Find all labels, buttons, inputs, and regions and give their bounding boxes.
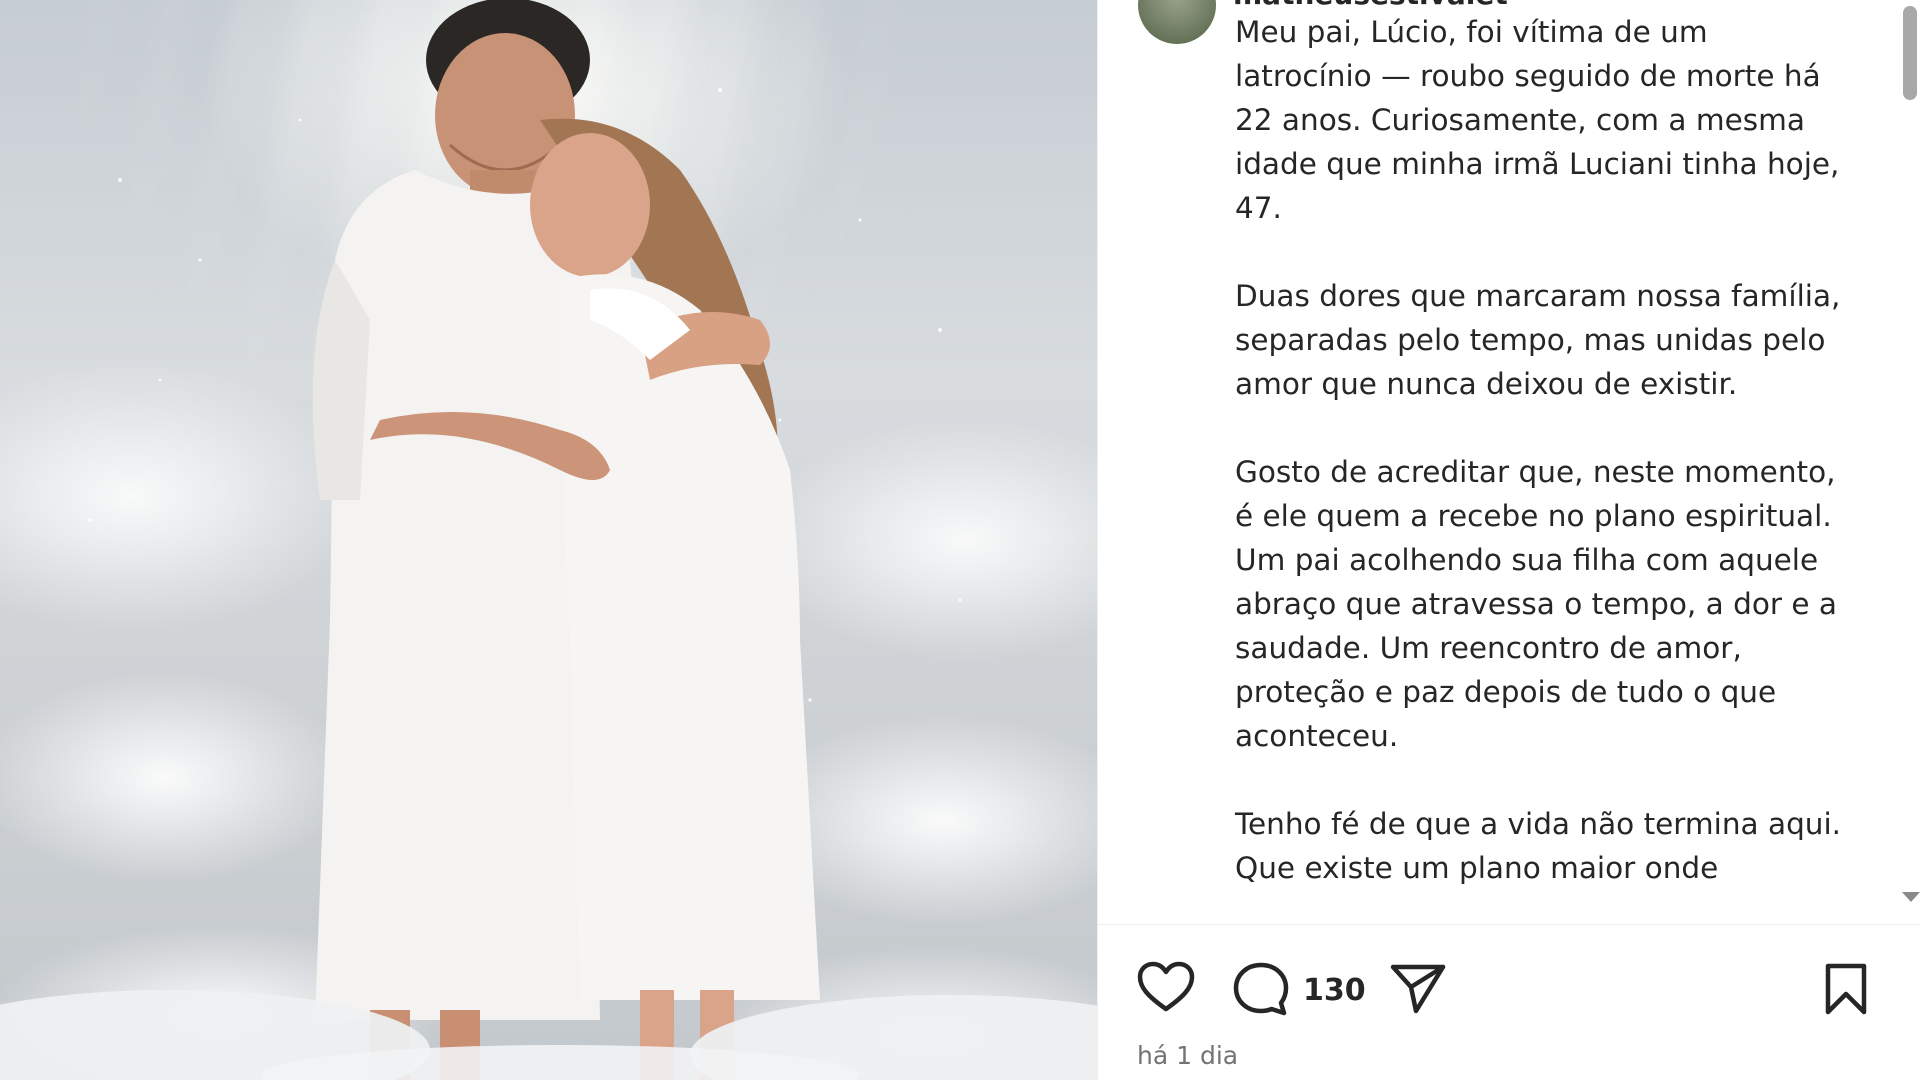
author-avatar[interactable]: [1138, 0, 1216, 44]
comment-icon: [1233, 962, 1289, 1016]
caption-paragraph: Gosto de acreditar que, neste momento, é…: [1235, 455, 1837, 753]
caption-paragraph: Tenho fé de que a vida não termina aqui.…: [1235, 807, 1842, 885]
embracing-couple-illustration: [0, 0, 1097, 1080]
post-image[interactable]: [0, 0, 1097, 1080]
comment-button[interactable]: [1232, 961, 1290, 1017]
share-button[interactable]: [1389, 961, 1447, 1015]
save-button[interactable]: [1823, 962, 1869, 1016]
heart-icon: [1137, 961, 1195, 1012]
post-timestamp[interactable]: há 1 dia: [1137, 1041, 1238, 1070]
bookmark-icon: [1825, 963, 1867, 1015]
like-button[interactable]: [1137, 961, 1195, 1013]
caption-scroll-area[interactable]: matheusestivalet Meu pai, Lúcio, foi vít…: [1098, 0, 1920, 920]
caption-scrollbar[interactable]: [1897, 0, 1920, 920]
scroll-down-arrow-icon[interactable]: [1902, 892, 1920, 902]
scrollbar-thumb[interactable]: [1903, 6, 1917, 100]
post-caption: Meu pai, Lúcio, foi vítima de um latrocí…: [1235, 10, 1845, 920]
post-actions-bar: 130 há 1 dia: [1098, 924, 1920, 1081]
caption-paragraph: Duas dores que marcaram nossa família, s…: [1235, 279, 1841, 401]
paper-plane-icon: [1390, 964, 1446, 1014]
comment-count[interactable]: 130: [1303, 973, 1366, 1008]
caption-paragraph: Meu pai, Lúcio, foi vítima de um latrocí…: [1235, 15, 1840, 225]
post-details-panel: matheusestivalet Meu pai, Lúcio, foi vít…: [1097, 0, 1920, 1081]
